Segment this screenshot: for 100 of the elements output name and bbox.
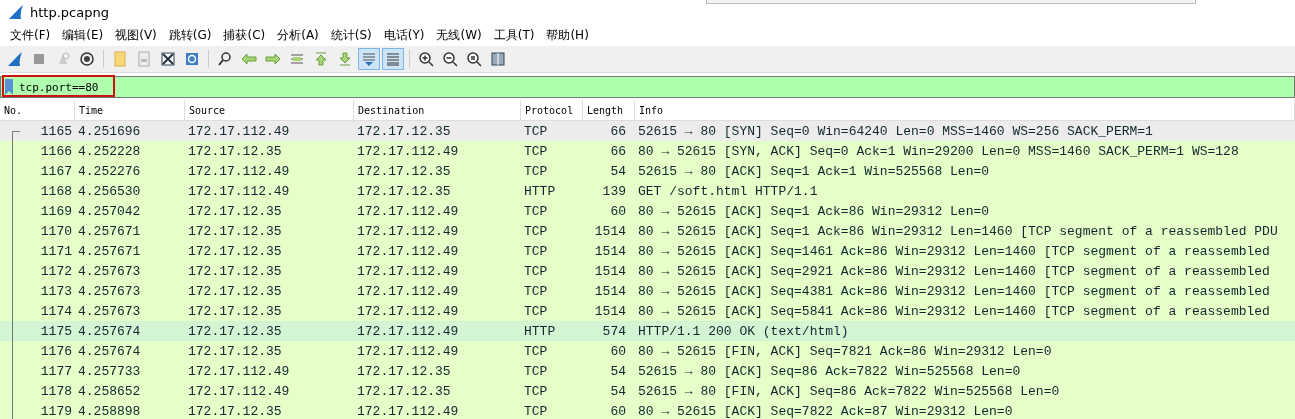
table-cell-text: 4.257671	[77, 243, 142, 259]
packet-row[interactable]: 1174 4.257673 172.17.12.35 172.17.112.49 TCP 1514 80 → 52615 [ACK] Seq=5841 Ack=86 Win=29312 Len=1460 [TCP segment of a reassembled	[0, 301, 1295, 321]
table-cell-text: 60	[609, 203, 627, 219]
table-cell-text: 80 → 52615 [ACK] Seq=4381 Ack=86 Win=29312 Len=1460 [TCP segment of a reassembled	[637, 283, 1271, 299]
table-cell-text: 172.17.12.35	[187, 403, 283, 419]
menu-item[interactable]: 编辑(E)	[56, 26, 110, 44]
table-cell-text: 60	[609, 403, 627, 419]
table-cell-text: 4.257042	[77, 203, 142, 219]
table-cell-text: 1171	[40, 243, 73, 259]
packet-row[interactable]: 1177 4.257733 172.17.112.49 172.17.12.35 TCP 54 52615 → 80 [ACK] Seq=86 Ack=7822 Win=525568 Len=0	[0, 361, 1295, 381]
table-cell-text: 4.252276	[77, 163, 142, 179]
bookmark-icon[interactable]	[5, 79, 13, 95]
packet-row[interactable]: 1175 4.257674 172.17.12.35 172.17.112.49 HTTP 574 HTTP/1.1 200 OK (text/html)	[0, 321, 1295, 341]
table-cell-text: 172.17.112.49	[356, 143, 460, 159]
table-cell-text: 4.257671	[77, 223, 142, 239]
menu-item[interactable]: 捕获(C)	[217, 26, 272, 44]
table-cell-text: 172.17.12.35	[356, 363, 452, 379]
table-cell-text: 172.17.112.49	[356, 403, 460, 419]
shark-fin-icon	[8, 5, 24, 19]
menu-item[interactable]: 工具(T)	[487, 26, 541, 44]
table-cell-text: 54	[609, 363, 627, 379]
table-cell-text: 172.17.12.35	[356, 123, 452, 139]
packet-row[interactable]: 1176 4.257674 172.17.12.35 172.17.112.49 TCP 60 80 → 52615 [FIN, ACK] Seq=7821 Ack=86 Win=29312 Len=0	[0, 341, 1295, 361]
table-cell-text: 66	[609, 143, 627, 159]
menu-item[interactable]: 电话(Y)	[377, 26, 431, 44]
packet-row[interactable]: 1171 4.257671 172.17.12.35 172.17.112.49 TCP 1514 80 → 52615 [ACK] Seq=1461 Ack=86 Win=29312 Len=1460 [TCP segment of a reassembled	[0, 241, 1295, 261]
column-header[interactable]: Protocol	[521, 100, 583, 120]
packet-row[interactable]: 1173 4.257673 172.17.12.35 172.17.112.49 TCP 1514 80 → 52615 [ACK] Seq=4381 Ack=86 Win=29312 Len=1460 [TCP segment of a reassembled	[0, 281, 1295, 301]
table-cell-text: 172.17.112.49	[187, 383, 291, 399]
table-cell-text: 574	[601, 323, 627, 339]
table-cell-text: TCP	[523, 283, 549, 299]
packet-row[interactable]: 1172 4.257673 172.17.12.35 172.17.112.49 TCP 1514 80 → 52615 [ACK] Seq=2921 Ack=86 Win=29312 Len=1460 [TCP segment of a reassembled	[0, 261, 1295, 281]
table-cell-text: 1173	[40, 283, 73, 299]
table-cell-text: 172.17.112.49	[356, 343, 460, 359]
table-cell-text: 172.17.112.49	[187, 363, 291, 379]
table-cell-text: 172.17.12.35	[356, 383, 452, 399]
table-cell-text: 66	[609, 123, 627, 139]
menu-item[interactable]: 帮助(H)	[540, 26, 595, 44]
table-cell-text: 172.17.12.35	[187, 143, 283, 159]
table-cell-text: 1167	[40, 163, 73, 179]
filter-bar[interactable]: tcp.port==80	[0, 76, 1295, 98]
filter-field[interactable]: tcp.port==80	[19, 80, 1294, 94]
table-cell-text: 52615 → 80 [ACK] Seq=86 Ack=7822 Win=525568 Len=0	[637, 363, 1022, 379]
table-cell-text: 172.17.12.35	[356, 163, 452, 179]
table-cell-text: 1170	[40, 223, 73, 239]
table-cell-text: 1179	[40, 403, 73, 419]
menu-item[interactable]: 视图(V)	[109, 26, 163, 44]
packet-row[interactable]: 1165 4.251696 172.17.112.49 172.17.12.35 TCP 66 52615 → 80 [SYN] Seq=0 Win=64240 Len=0 MSS=1460 WS=256 SACK_PERM=1	[0, 121, 1295, 141]
table-cell-text: 52615 → 80 [SYN] Seq=0 Win=64240 Len=0 MSS=1460 WS=256 SACK_PERM=1	[637, 123, 1154, 139]
table-cell-text: 4.258652	[77, 383, 142, 399]
column-header[interactable]: No.	[0, 100, 75, 120]
table-cell-text: 4.257673	[77, 303, 142, 319]
table-cell-text: 172.17.12.35	[187, 203, 283, 219]
table-cell-text: 172.17.12.35	[356, 183, 452, 199]
column-header[interactable]: Source	[185, 100, 354, 120]
table-cell-text: 80 → 52615 [ACK] Seq=1 Ack=86 Win=29312 Len=1460 [TCP segment of a reassembled PDU	[637, 223, 1279, 239]
table-cell-text: 1514	[593, 283, 627, 299]
table-cell-text: 172.17.112.49	[356, 303, 460, 319]
table-cell-text: 1165	[40, 123, 73, 139]
packet-row[interactable]: 1166 4.252228 172.17.12.35 172.17.112.49 TCP 66 80 → 52615 [SYN, ACK] Seq=0 Ack=1 Win=29200 Len=0 MSS=1460 SACK_PERM=1 WS=128	[0, 141, 1295, 161]
table-cell-text: 4.252228	[77, 143, 142, 159]
table-cell-text: TCP	[523, 223, 549, 239]
menu-item[interactable]: 文件(F)	[4, 26, 57, 44]
table-cell-text: 172.17.12.35	[187, 283, 283, 299]
table-cell-text: 1178	[40, 383, 73, 399]
table-cell-text: 172.17.12.35	[187, 303, 283, 319]
window-title: http.pcapng	[30, 4, 109, 20]
table-cell-text: TCP	[523, 163, 549, 179]
packet-row[interactable]: 1167 4.252276 172.17.112.49 172.17.12.35 TCP 54 52615 → 80 [ACK] Seq=1 Ack=1 Win=525568 Len=0	[0, 161, 1295, 181]
table-cell-text: HTTP/1.1 200 OK (text/html)	[637, 323, 850, 339]
packet-row[interactable]: 1179 4.258898 172.17.12.35 172.17.112.49 TCP 60 80 → 52615 [ACK] Seq=7822 Ack=87 Win=29312 Len=0	[0, 401, 1295, 419]
packet-row[interactable]: 1170 4.257671 172.17.12.35 172.17.112.49 TCP 1514 80 → 52615 [ACK] Seq=1 Ack=86 Win=29312 Len=1460 [TCP segment of a reassembled PDU	[0, 221, 1295, 241]
table-cell-text: HTTP	[523, 323, 557, 339]
table-cell-text: 4.257673	[77, 283, 142, 299]
column-header[interactable]: Length	[583, 100, 635, 120]
table-cell-text: TCP	[523, 363, 549, 379]
column-header[interactable]: Info	[635, 100, 1295, 120]
table-cell-text: 4.256530	[77, 183, 142, 199]
table-cell-text: 172.17.112.49	[356, 323, 460, 339]
table-cell-text: 1172	[40, 263, 73, 279]
column-header[interactable]: Destination	[354, 100, 521, 120]
table-cell-text: 172.17.112.49	[356, 243, 460, 259]
menu-item[interactable]: 分析(A)	[271, 26, 325, 44]
column-header[interactable]: Time	[75, 100, 185, 120]
packet-row[interactable]: 1178 4.258652 172.17.112.49 172.17.12.35 TCP 54 52615 → 80 [FIN, ACK] Seq=86 Ack=7822 Win=525568 Len=0	[0, 381, 1295, 401]
menu-item[interactable]: 跳转(G)	[162, 26, 218, 44]
menu-item[interactable]: 统计(S)	[324, 26, 378, 44]
table-cell-text: 80 → 52615 [ACK] Seq=1 Ack=86 Win=29312 Len=0	[637, 203, 991, 219]
table-cell-text: 1168	[40, 183, 73, 199]
table-cell-text: TCP	[523, 263, 549, 279]
table-cell-text: TCP	[523, 383, 549, 399]
table-cell-text: HTTP	[523, 183, 557, 199]
packet-row[interactable]: 1168 4.256530 172.17.112.49 172.17.12.35 HTTP 139 GET /soft.html HTTP/1.1	[0, 181, 1295, 201]
packet-row[interactable]: 1169 4.257042 172.17.12.35 172.17.112.49 TCP 60 80 → 52615 [ACK] Seq=1 Ack=86 Win=29312 Len=0	[0, 201, 1295, 221]
table-cell-text: 52615 → 80 [ACK] Seq=1 Ack=1 Win=525568 Len=0	[637, 163, 991, 179]
table-cell-text: 1514	[593, 303, 627, 319]
table-cell-text: 80 → 52615 [ACK] Seq=1461 Ack=86 Win=29312 Len=1460 [TCP segment of a reassembled	[637, 243, 1271, 259]
table-cell-text: 1177	[40, 363, 73, 379]
menu-item[interactable]: 无线(W)	[430, 26, 488, 44]
table-cell-text: 172.17.112.49	[187, 183, 291, 199]
